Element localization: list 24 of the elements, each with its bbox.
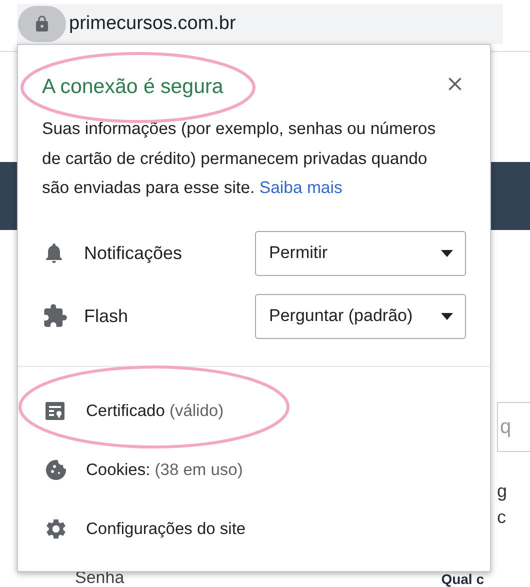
menu-item[interactable]: Certificado (válido) <box>86 402 224 420</box>
menu-item[interactable]: Configurações do site <box>86 520 246 538</box>
permission-select[interactable]: Permitir <box>255 230 466 276</box>
permission-select[interactable]: Perguntar (padrão) <box>255 294 466 338</box>
text-fragment: g <box>497 481 508 502</box>
popup-title: A conexão é segura <box>42 75 224 99</box>
url-text: primecursos.com.br <box>69 13 236 35</box>
cookie-icon <box>44 458 68 482</box>
puzzle-icon <box>42 303 68 329</box>
caret-icon <box>441 250 453 256</box>
settings-icon <box>44 517 68 541</box>
lock-icon <box>33 15 51 33</box>
permission-label: Flash <box>84 306 130 326</box>
learn-more-link[interactable]: Saiba mais <box>259 178 342 197</box>
field-label: Senha <box>75 569 124 587</box>
address-bar[interactable]: primecursos.com.br <box>17 4 503 44</box>
text-fragment: c <box>497 507 507 528</box>
security-description: Suas informações (por exemplo, senhas ou números de cartão de crédito) permanecem privadas quando são enviadas para esse site. Saiba mais <box>42 118 437 199</box>
section-heading: Qual c <box>441 572 484 587</box>
menu-item[interactable]: Cookies: (38 em uso) <box>86 460 243 480</box>
certificate-icon <box>44 400 66 422</box>
site-info-button[interactable] <box>18 6 66 42</box>
caret-icon <box>441 312 453 320</box>
permission-label: Notificações <box>84 242 184 264</box>
